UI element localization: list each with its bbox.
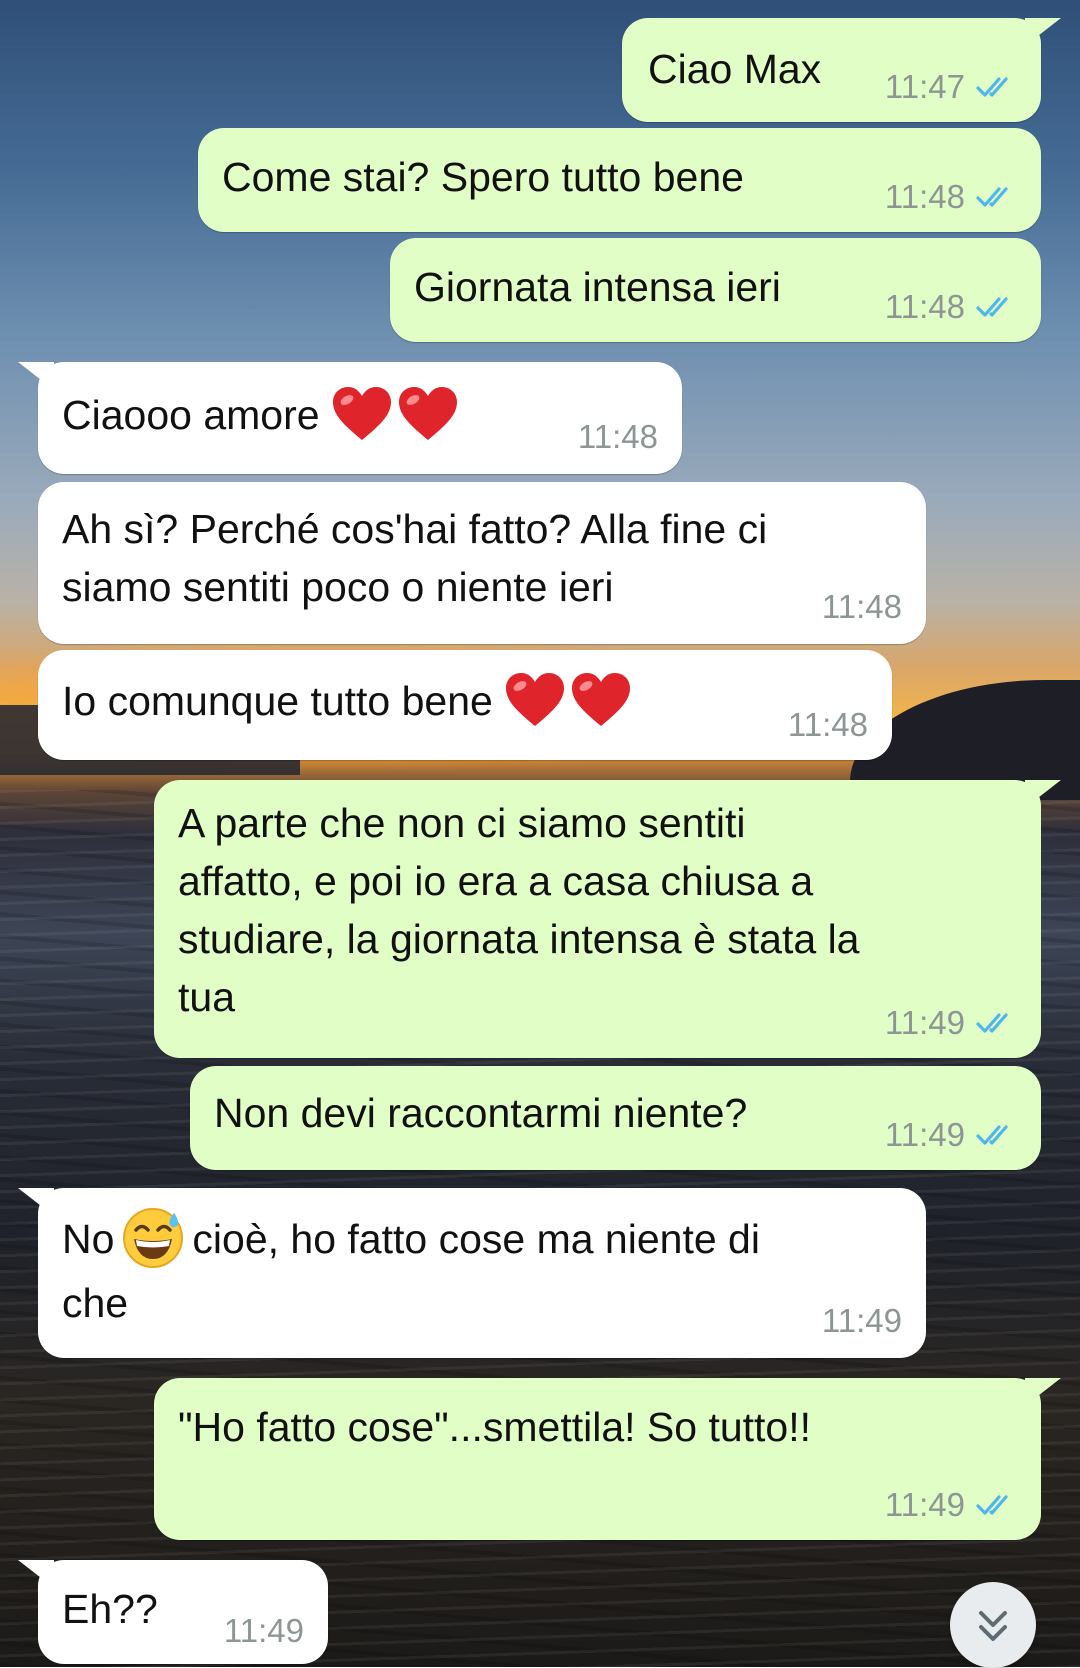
message-meta: 11:47 xyxy=(885,68,1019,106)
message-bubble-outgoing[interactable]: "Ho fatto cose"...smettila! So tutto!! 1… xyxy=(154,1378,1061,1540)
read-receipt-icon xyxy=(976,1495,1008,1515)
read-receipt-icon xyxy=(976,187,1008,207)
hearts-emoji xyxy=(330,385,460,443)
hearts-emoji xyxy=(503,671,633,729)
bubble-tail xyxy=(1025,1378,1061,1406)
message-time: 11:49 xyxy=(821,1302,902,1339)
message-text-line: Io comunque tutto bene xyxy=(62,672,633,733)
message-bubble-outgoing[interactable]: Non devi raccontarmi niente? 11:49 xyxy=(190,1066,1041,1170)
scroll-to-bottom-button[interactable] xyxy=(950,1582,1036,1668)
message-meta: 11:48 xyxy=(885,178,1019,216)
message-text: tua xyxy=(178,974,235,1020)
message-meta: 11:49 xyxy=(885,1486,1019,1524)
message-text: studiare, la giornata intensa è stata la xyxy=(178,916,860,962)
message-meta: 11:49 xyxy=(885,1116,1019,1154)
message-bubble-incoming[interactable]: Eh?? 11:49 xyxy=(18,1560,328,1664)
bubble-tail xyxy=(18,1560,54,1588)
red-heart-icon xyxy=(571,673,630,727)
message-time: 11:48 xyxy=(821,588,902,625)
message-meta: 11:49 xyxy=(822,1302,902,1340)
message-text: Giornata intensa ieri xyxy=(414,264,781,310)
message-text: A parte che non ci siamo sentiti xyxy=(178,800,746,846)
message-meta: 11:48 xyxy=(822,588,902,626)
message-bubble-outgoing[interactable]: Giornata intensa ieri 11:48 xyxy=(390,238,1041,342)
red-heart-icon xyxy=(332,387,391,441)
message-text: Non devi raccontarmi niente? xyxy=(214,1090,748,1136)
message-time: 11:48 xyxy=(884,178,965,215)
message-text: cioè, ho fatto cose ma niente di xyxy=(192,1216,760,1262)
message-time: 11:49 xyxy=(884,1116,965,1153)
message-time: 11:49 xyxy=(884,1004,965,1041)
message-text: Ah sì? Perché cos'hai fatto? Alla fine c… xyxy=(62,506,768,552)
message-text-line: No cioè, ho fatto cose ma niente di xyxy=(62,1208,760,1273)
message-text: affatto, e poi io era a casa chiusa a xyxy=(178,858,814,904)
message-bubble-incoming[interactable]: No cioè, ho fatto cose ma niente di che … xyxy=(18,1188,926,1358)
red-heart-icon xyxy=(398,387,457,441)
bubble-tail xyxy=(1025,18,1061,46)
message-bubble-incoming[interactable]: Ah sì? Perché cos'hai fatto? Alla fine c… xyxy=(38,482,926,644)
message-meta: 11:49 xyxy=(224,1612,304,1650)
message-text: Ciao Max xyxy=(648,46,822,92)
bubble-tail xyxy=(18,362,54,390)
message-bubble-incoming[interactable]: Ciaooo amore 11:48 xyxy=(18,362,682,474)
message-time: 11:47 xyxy=(884,68,965,105)
read-receipt-icon xyxy=(976,1125,1008,1145)
message-time: 11:48 xyxy=(577,418,658,455)
message-text: Io comunque tutto bene xyxy=(62,678,493,724)
message-meta: 11:48 xyxy=(578,418,658,456)
message-text: Come stai? Spero tutto bene xyxy=(222,154,744,200)
message-text: che xyxy=(62,1280,129,1326)
double-chevron-down-icon xyxy=(979,1611,1007,1641)
message-text-line: Ciaooo amore xyxy=(62,386,460,447)
message-time: 11:49 xyxy=(223,1612,304,1649)
message-text: Eh?? xyxy=(62,1586,158,1632)
message-bubble-outgoing[interactable]: Ciao Max 11:47 xyxy=(622,18,1061,122)
message-meta: 11:48 xyxy=(885,288,1019,326)
read-receipt-icon xyxy=(976,77,1008,97)
message-text: siamo sentiti poco o niente ieri xyxy=(62,564,614,610)
message-time: 11:49 xyxy=(884,1486,965,1523)
message-bubble-outgoing[interactable]: A parte che non ci siamo sentiti affatto… xyxy=(154,780,1061,1058)
grinning-face-with-sweat-icon xyxy=(123,1208,184,1269)
red-heart-icon xyxy=(505,673,564,727)
read-receipt-icon xyxy=(976,1013,1008,1033)
message-text: "Ho fatto cose"...smettila! So tutto!! xyxy=(178,1404,811,1450)
message-text: No xyxy=(62,1216,115,1262)
message-list[interactable]: Ciao Max 11:47 Come stai? Spero tutto be… xyxy=(0,0,1080,1667)
message-bubble-outgoing[interactable]: Come stai? Spero tutto bene 11:48 xyxy=(198,128,1041,232)
bubble-tail xyxy=(18,1188,54,1216)
message-time: 11:48 xyxy=(787,706,868,743)
message-bubble-incoming[interactable]: Io comunque tutto bene 11:48 xyxy=(38,650,892,760)
message-meta: 11:48 xyxy=(788,706,868,744)
message-time: 11:48 xyxy=(884,288,965,325)
message-text: Ciaooo amore xyxy=(62,392,320,438)
read-receipt-icon xyxy=(976,297,1008,317)
bubble-tail xyxy=(1025,780,1061,808)
message-meta: 11:49 xyxy=(885,1004,1019,1042)
